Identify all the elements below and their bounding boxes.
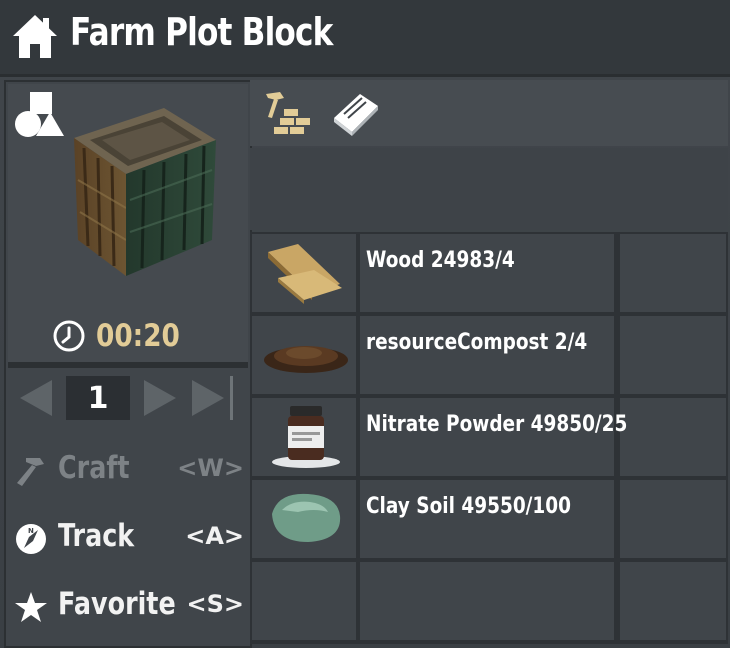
decrement-arrow-icon[interactable]: [16, 378, 56, 418]
list-item[interactable]: Wood 24983/4: [250, 234, 728, 312]
max-quantity-bar: [230, 376, 233, 420]
list-item[interactable]: Clay Soil 49550/100: [250, 480, 728, 558]
ingredient-extra-cell: [620, 398, 726, 476]
ingredient-extra-cell: [620, 480, 726, 558]
ingredient-name-cell: [360, 398, 614, 476]
ingredient-name-cell: [360, 480, 614, 558]
ingredient-icon-cell: [252, 316, 356, 394]
ingredient-extra-cell: [620, 562, 726, 640]
ingredient-icon-cell: [252, 398, 356, 476]
page-title: Farm Plot Block: [70, 10, 333, 54]
farm-plot-block-icon: [74, 108, 216, 276]
nitrate-jar-icon: [272, 406, 340, 468]
list-item[interactable]: Nitrate Powder 49850/25: [250, 398, 728, 476]
list-item[interactable]: resourceCompost 2/4: [250, 316, 728, 394]
star-icon: [15, 592, 47, 622]
ingredient-extra-cell: [620, 234, 726, 312]
compass-icon: N: [16, 524, 46, 554]
house-icon: [13, 15, 57, 58]
title-bar: Farm Plot Block: [0, 0, 730, 77]
info-tabs: [250, 80, 728, 146]
hammer-icon: [17, 458, 44, 486]
ingredient-name-cell: [360, 234, 614, 312]
track-hotkey: <A>: [185, 522, 244, 550]
clock-icon: [53, 320, 85, 352]
track-label: Track: [58, 518, 135, 554]
crafting-window: Farm Plot Block 00:20 1 Craft <W> N Trac…: [0, 0, 730, 648]
craft-timer: 00:20: [52, 316, 195, 356]
hammer-bricks-icon[interactable]: [260, 88, 312, 138]
increment-arrow-icon[interactable]: [140, 378, 180, 418]
list-item: [250, 562, 728, 640]
ingredient-icon-cell: [252, 480, 356, 558]
favorite-hotkey: <S>: [186, 590, 244, 618]
craft-time-label: 00:20: [96, 318, 180, 354]
svg-text:N: N: [28, 527, 34, 535]
recipe-description-area: [250, 148, 728, 230]
max-quantity-arrow-icon[interactable]: [188, 378, 228, 418]
wood-planks-icon: [268, 244, 342, 304]
quantity-input[interactable]: 1: [66, 376, 130, 420]
ingredient-label: Wood 24983/4: [366, 248, 515, 273]
ingredient-extra-cell: [620, 316, 726, 394]
book-icon[interactable]: [330, 88, 382, 138]
ingredient-label: Nitrate Powder 49850/25: [366, 412, 628, 437]
ingredient-name-cell: [360, 562, 614, 640]
craft-button[interactable]: Craft <W>: [12, 446, 246, 494]
divider: [8, 365, 248, 368]
clay-lump-icon: [272, 493, 341, 542]
craft-label: Craft: [58, 450, 130, 486]
ingredient-icon-cell: [252, 234, 356, 312]
favorite-button[interactable]: Favorite <S>: [12, 582, 246, 630]
ingredient-name-cell: [360, 316, 614, 394]
ingredients-panel: Wood 24983/4 resourceCompost 2/4 Nitrate…: [250, 80, 728, 644]
favorite-label: Favorite: [58, 586, 176, 622]
quantity-stepper: 1: [16, 374, 240, 424]
item-preview: 00:20: [8, 84, 248, 365]
recipe-info-panel: 00:20 1 Craft <W> N Track <A> Favorite <…: [4, 80, 252, 648]
ingredient-label: resourceCompost 2/4: [366, 330, 588, 355]
track-button[interactable]: N Track <A>: [12, 514, 246, 562]
compost-pile-icon: [264, 346, 348, 373]
ingredient-icon-cell: [252, 562, 356, 640]
ingredients-list: Wood 24983/4 resourceCompost 2/4 Nitrate…: [250, 232, 728, 644]
craft-hotkey: <W>: [177, 454, 244, 482]
ingredient-label: Clay Soil 49550/100: [366, 494, 572, 519]
